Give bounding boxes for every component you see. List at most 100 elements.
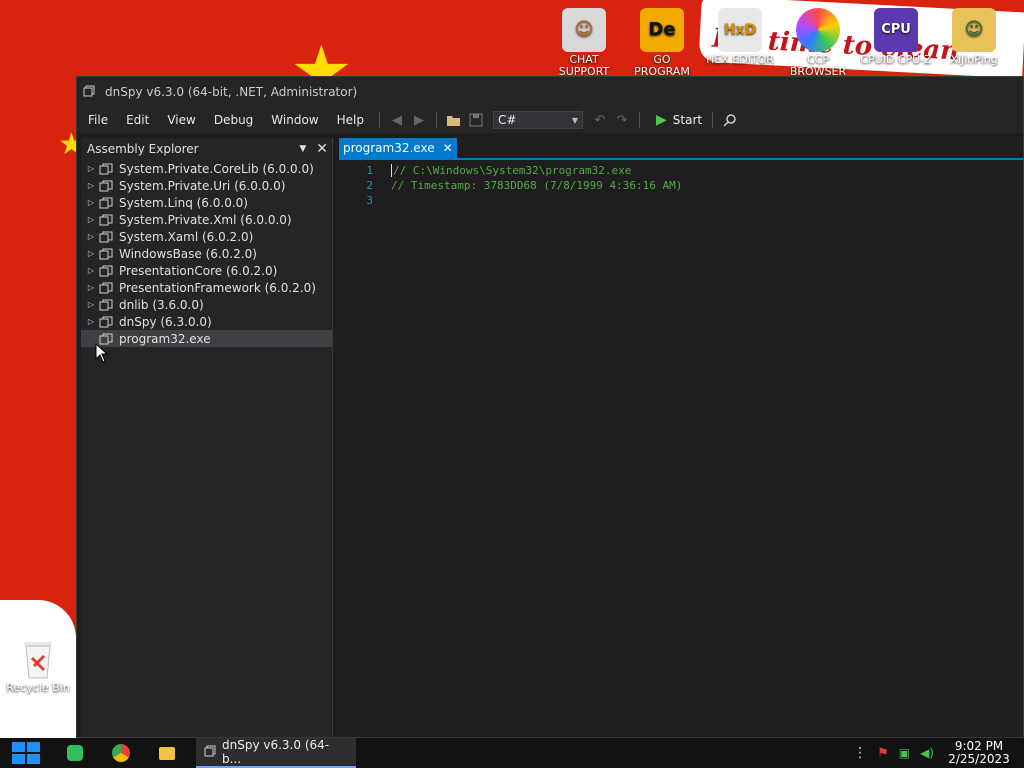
assembly-tree: ▷ System.Private.CoreLib (6.0.0.0) ▷ System… bbox=[81, 160, 332, 347]
desktop-icon-browser[interactable]: CCP BROWSER bbox=[782, 8, 854, 78]
assembly-explorer-header: Assembly Explorer ▼ ✕ bbox=[81, 138, 332, 160]
assembly-tree-label: System.Xaml (6.0.2.0) bbox=[119, 229, 254, 244]
desktop-icon-xijinping[interactable]: ☺ XiJinPing bbox=[938, 8, 1010, 78]
text-cursor bbox=[391, 164, 392, 177]
start-button[interactable] bbox=[0, 738, 52, 768]
overflow-menu-icon[interactable]: ⋮ bbox=[853, 745, 867, 761]
back-icon[interactable]: ◀ bbox=[386, 109, 408, 131]
taskbar-chrome[interactable] bbox=[98, 738, 144, 768]
close-icon[interactable]: ✕ bbox=[316, 141, 328, 157]
desktop-icon-chat-support[interactable]: ☺ CHAT SUPPORT bbox=[548, 8, 620, 78]
assembly-icon bbox=[97, 248, 115, 260]
tab-label: program32.exe bbox=[343, 141, 435, 155]
code-line: 3 bbox=[339, 193, 1023, 208]
menu-help[interactable]: Help bbox=[328, 107, 373, 133]
assembly-tree-item[interactable]: ▷ WindowsBase (6.0.2.0) bbox=[81, 245, 332, 262]
assembly-tree-item[interactable]: ▷ dnlib (3.6.0.0) bbox=[81, 296, 332, 313]
expand-arrow-icon[interactable]: ▷ bbox=[85, 181, 97, 190]
hxd-app-icon: HxD bbox=[718, 8, 762, 52]
desktop-icon-hex-editor[interactable]: HxD HEX EDITOR bbox=[704, 8, 776, 78]
close-icon[interactable]: ✕ bbox=[443, 141, 453, 155]
volume-icon[interactable]: ◀) bbox=[920, 746, 934, 760]
folder-person-icon: ☺ bbox=[952, 8, 996, 52]
assembly-tree-label: WindowsBase (6.0.2.0) bbox=[119, 246, 257, 261]
code-line: 2 // Timestamp: 3783DD68 (7/8/1999 4:36:… bbox=[339, 178, 1023, 193]
assembly-tree-item[interactable]: program32.exe bbox=[81, 330, 332, 347]
taskbar-file-explorer[interactable] bbox=[144, 738, 190, 768]
assembly-tree-item[interactable]: ▷ System.Private.CoreLib (6.0.0.0) bbox=[81, 160, 332, 177]
assembly-tree-item[interactable]: ▷ System.Linq (6.0.0.0) bbox=[81, 194, 332, 211]
toolbar-separator bbox=[638, 112, 640, 128]
taskbar-app-label: dnSpy v6.3.0 (64-b... bbox=[222, 738, 330, 766]
code-area[interactable]: 1 // C:\Windows\System32\program32.exe 2… bbox=[339, 160, 1023, 208]
assembly-tree-item[interactable]: ▷ System.Private.Xml (6.0.0.0) bbox=[81, 211, 332, 228]
desktop-icon-cpuz[interactable]: CPU CPUID CPU-Z bbox=[860, 8, 932, 78]
expand-arrow-icon[interactable]: ▷ bbox=[85, 198, 97, 207]
window-restore-icon bbox=[83, 85, 95, 100]
undo-icon[interactable]: ↶ bbox=[589, 109, 611, 131]
save-icon[interactable] bbox=[465, 109, 487, 131]
assembly-icon bbox=[97, 231, 115, 243]
code-text: // Timestamp: 3783DD68 (7/8/1999 4:36:16… bbox=[391, 179, 683, 192]
assembly-tree-label: dnSpy (6.3.0.0) bbox=[119, 314, 212, 329]
redo-icon[interactable]: ↷ bbox=[611, 109, 633, 131]
assembly-tree-label: PresentationCore (6.0.2.0) bbox=[119, 263, 278, 278]
clock[interactable]: 9:02 PM 2/25/2023 bbox=[944, 740, 1014, 766]
assembly-icon bbox=[97, 316, 115, 328]
desktop-icon-label: HEX EDITOR bbox=[706, 54, 774, 66]
open-folder-icon[interactable] bbox=[443, 109, 465, 131]
window-title: dnSpy v6.3.0 (64-bit, .NET, Administrato… bbox=[105, 85, 358, 99]
language-select-value: C# bbox=[497, 113, 517, 127]
assembly-icon bbox=[97, 197, 115, 209]
desktop-icon-label: CCP BROWSER bbox=[789, 54, 847, 78]
desktop-icon-label: CHAT SUPPORT bbox=[558, 54, 610, 78]
expand-arrow-icon[interactable]: ▷ bbox=[85, 164, 97, 173]
menu-debug[interactable]: Debug bbox=[205, 107, 262, 133]
support-person-icon: ☺ bbox=[562, 8, 606, 52]
taskbar-pinned-app[interactable] bbox=[52, 738, 98, 768]
expand-arrow-icon[interactable]: ▷ bbox=[85, 317, 97, 326]
toolbar-separator bbox=[712, 112, 714, 128]
flag-icon[interactable]: ⚑ bbox=[877, 746, 889, 761]
panel-menu-icon[interactable]: ▼ bbox=[299, 144, 306, 154]
language-select[interactable]: C# ▼ bbox=[492, 111, 583, 129]
play-icon: ▶ bbox=[655, 112, 667, 128]
taskbar-dnspy[interactable]: dnSpy v6.3.0 (64-b... bbox=[196, 738, 356, 768]
tab-program32[interactable]: program32.exe ✕ bbox=[339, 138, 457, 158]
search-icon[interactable] bbox=[719, 109, 741, 131]
assembly-tree-item[interactable]: ▷ dnSpy (6.3.0.0) bbox=[81, 313, 332, 330]
start-debugging-button[interactable]: ▶ Start bbox=[652, 112, 706, 128]
expand-arrow-icon[interactable]: ▷ bbox=[85, 266, 97, 275]
menu-view[interactable]: View bbox=[158, 107, 204, 133]
assembly-tree-item[interactable]: ▷ PresentationCore (6.0.2.0) bbox=[81, 262, 332, 279]
desktop-icon-recycle-bin[interactable]: Recycle Bin bbox=[2, 636, 74, 706]
assembly-tree-item[interactable]: ▷ System.Xaml (6.0.2.0) bbox=[81, 228, 332, 245]
expand-arrow-icon[interactable]: ▷ bbox=[85, 249, 97, 258]
menu-edit[interactable]: Edit bbox=[117, 107, 158, 133]
start-button-label: Start bbox=[672, 113, 703, 127]
network-icon[interactable]: ▣ bbox=[899, 746, 910, 760]
menu-file[interactable]: File bbox=[79, 107, 117, 133]
browser-app-icon bbox=[796, 8, 840, 52]
expand-arrow-icon[interactable]: ▷ bbox=[85, 232, 97, 241]
desktop-icon-die-viewer[interactable]: De GO PROGRAM DIE VIEWER bbox=[626, 8, 698, 78]
assembly-icon bbox=[97, 163, 115, 175]
assembly-tree-item[interactable]: ▷ PresentationFramework (6.0.2.0) bbox=[81, 279, 332, 296]
code-text: // C:\Windows\System32\program32.exe bbox=[393, 164, 632, 177]
desktop-icon-label: CPUID CPU-Z bbox=[860, 54, 932, 66]
expand-arrow-icon[interactable]: ▷ bbox=[85, 300, 97, 309]
expand-arrow-icon[interactable]: ▷ bbox=[85, 283, 97, 292]
clock-date: 2/25/2023 bbox=[948, 752, 1010, 766]
line-number: 3 bbox=[366, 194, 373, 207]
window-titlebar[interactable]: dnSpy v6.3.0 (64-bit, .NET, Administrato… bbox=[77, 77, 1023, 107]
system-tray: ⋮ ⚑ ▣ ◀) 9:02 PM 2/25/2023 bbox=[853, 738, 1024, 768]
windows-logo-icon bbox=[12, 742, 40, 764]
assembly-tree-item[interactable]: ▷ System.Private.Uri (6.0.0.0) bbox=[81, 177, 332, 194]
folder-icon bbox=[159, 746, 175, 760]
chevron-down-icon: ▼ bbox=[571, 115, 578, 125]
menu-window[interactable]: Window bbox=[262, 107, 327, 133]
window-restore-icon bbox=[204, 745, 216, 760]
expand-arrow-icon[interactable]: ▷ bbox=[85, 215, 97, 224]
line-number: 1 bbox=[366, 164, 373, 177]
forward-icon[interactable]: ▶ bbox=[408, 109, 430, 131]
